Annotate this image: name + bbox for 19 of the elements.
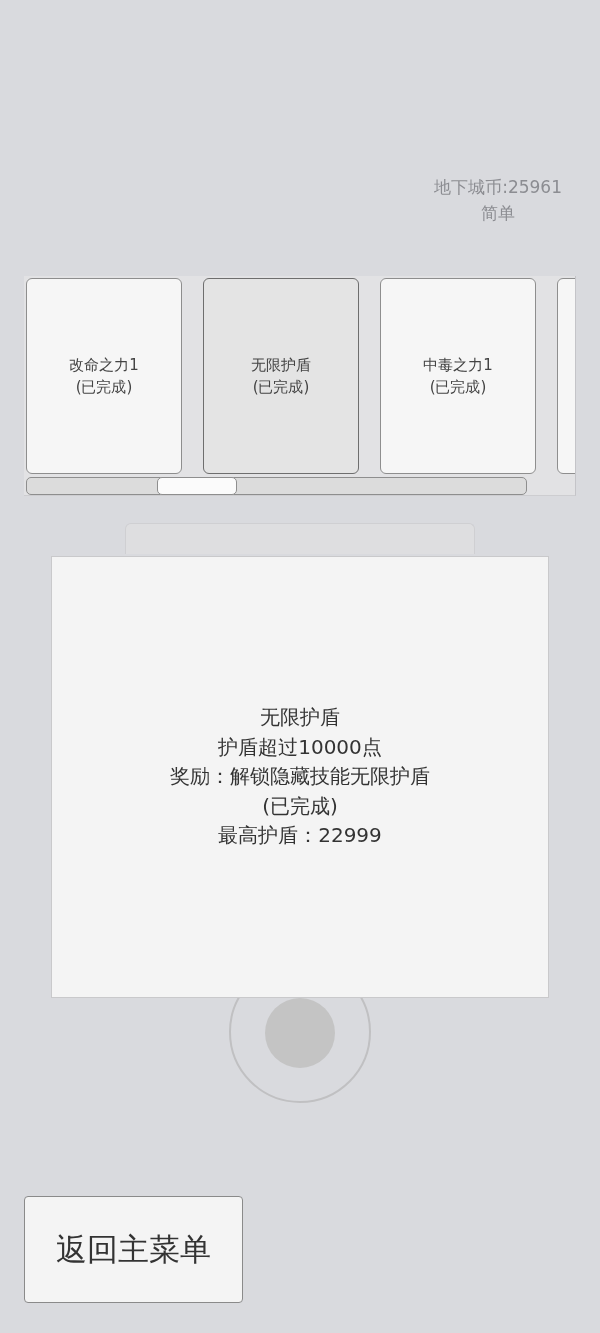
reward-text: 奖励：解锁隐藏技能无限护盾 — [170, 763, 430, 791]
achievement-status: (已完成) — [75, 377, 133, 398]
achievement-card[interactable]: 无限护盾 (已完成) — [203, 278, 359, 474]
achievement-card[interactable]: 改命之力1 (已完成) — [26, 278, 182, 474]
achievement-title: 改命之力1 — [69, 355, 139, 376]
achievement-title: 中毒之力1 — [423, 355, 493, 376]
popup-title: 无限护盾 — [260, 704, 340, 732]
requirement-text: 护盾超过10000点 — [218, 733, 382, 761]
achievement-status: (已完成) — [429, 377, 487, 398]
difficulty-text: 简单 — [481, 202, 516, 225]
status-text: (已完成) — [262, 792, 338, 820]
achievement-title: 无限护盾 — [251, 355, 311, 376]
record-text: 最高护盾：22999 — [218, 822, 382, 850]
scrollbar-thumb[interactable] — [157, 477, 237, 495]
achievement-status: (已完成) — [252, 377, 310, 398]
currency-text: 地下城币:25961 — [434, 176, 562, 199]
achievement-card[interactable]: 中毒之力1 (已完成) — [380, 278, 536, 474]
back-to-main-menu-button[interactable]: 返回主菜单 — [24, 1196, 243, 1303]
horizontal-scrollbar[interactable] — [26, 477, 527, 495]
